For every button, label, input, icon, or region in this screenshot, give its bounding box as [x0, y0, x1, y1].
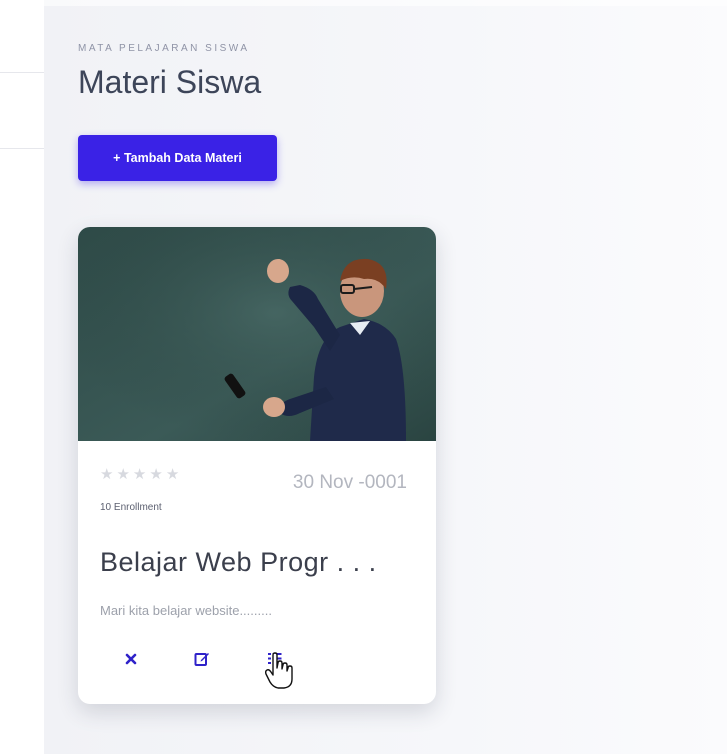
star-icon: ★ [165, 466, 180, 483]
course-card: ★ ★ ★ ★ ★ 30 Nov -0001 10 Enrollment Bel… [78, 227, 436, 704]
course-date: 30 Nov -0001 [292, 472, 407, 493]
delete-button[interactable] [119, 647, 143, 671]
course-description: Mari kita belajar website......... [100, 603, 272, 618]
edit-icon [194, 653, 209, 666]
star-icon: ★ [132, 466, 147, 483]
course-title[interactable]: Belajar Web Progr . . . [100, 547, 377, 578]
star-icon: ★ [149, 466, 163, 483]
enrollment-count: 10 Enrollment [100, 502, 162, 513]
course-image [78, 227, 436, 441]
star-icon: ★ [100, 466, 114, 483]
sidebar-divider [0, 72, 44, 73]
top-bar [44, 0, 727, 6]
sidebar-divider [0, 148, 44, 149]
hand-pointer-icon [265, 652, 293, 689]
edit-button[interactable] [190, 647, 214, 671]
page-title: Materi Siswa [78, 64, 262, 100]
card-actions [78, 647, 436, 677]
add-material-button[interactable]: + Tambah Data Materi [78, 135, 277, 181]
rating-stars: ★ ★ ★ ★ ★ [100, 467, 179, 482]
page-eyebrow: MATA PELAJARAN SISWA [78, 43, 250, 54]
close-icon [125, 653, 137, 665]
sidebar [0, 0, 45, 754]
star-icon: ★ [116, 466, 130, 483]
